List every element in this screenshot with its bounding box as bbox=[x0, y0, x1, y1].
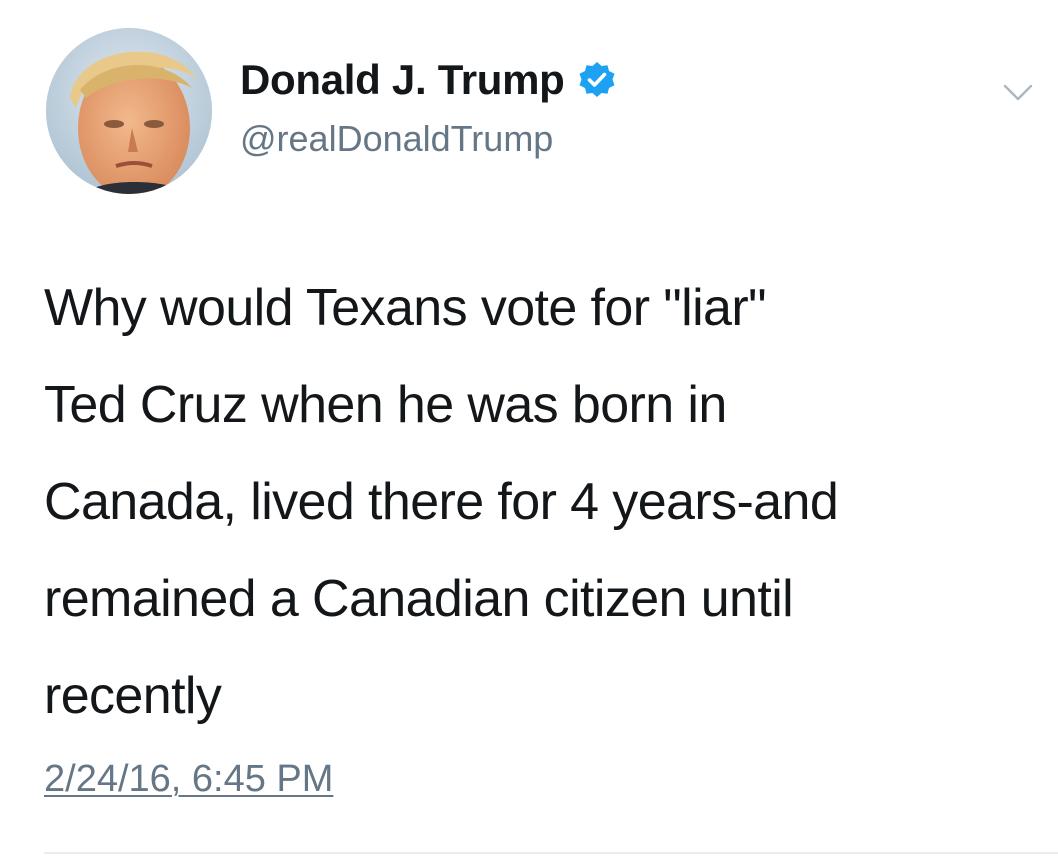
divider bbox=[44, 852, 1058, 854]
verified-badge-icon bbox=[577, 60, 617, 100]
author-name-row: Donald J. Trump bbox=[240, 52, 617, 108]
avatar[interactable] bbox=[46, 28, 212, 194]
tweet-card: Donald J. Trump @realDonaldTrump Why wou… bbox=[0, 0, 1058, 859]
author-display-name[interactable]: Donald J. Trump bbox=[240, 56, 565, 104]
tweet-text: Why would Texans vote for "liar" Ted Cru… bbox=[44, 279, 839, 725]
avatar-image bbox=[46, 28, 212, 194]
tweet-menu-button[interactable] bbox=[995, 72, 1041, 112]
tweet-timestamp[interactable]: 2/24/16, 6:45 PM bbox=[44, 758, 333, 801]
chevron-down-icon bbox=[1003, 84, 1033, 101]
author-handle[interactable]: @realDonaldTrump bbox=[240, 118, 553, 160]
